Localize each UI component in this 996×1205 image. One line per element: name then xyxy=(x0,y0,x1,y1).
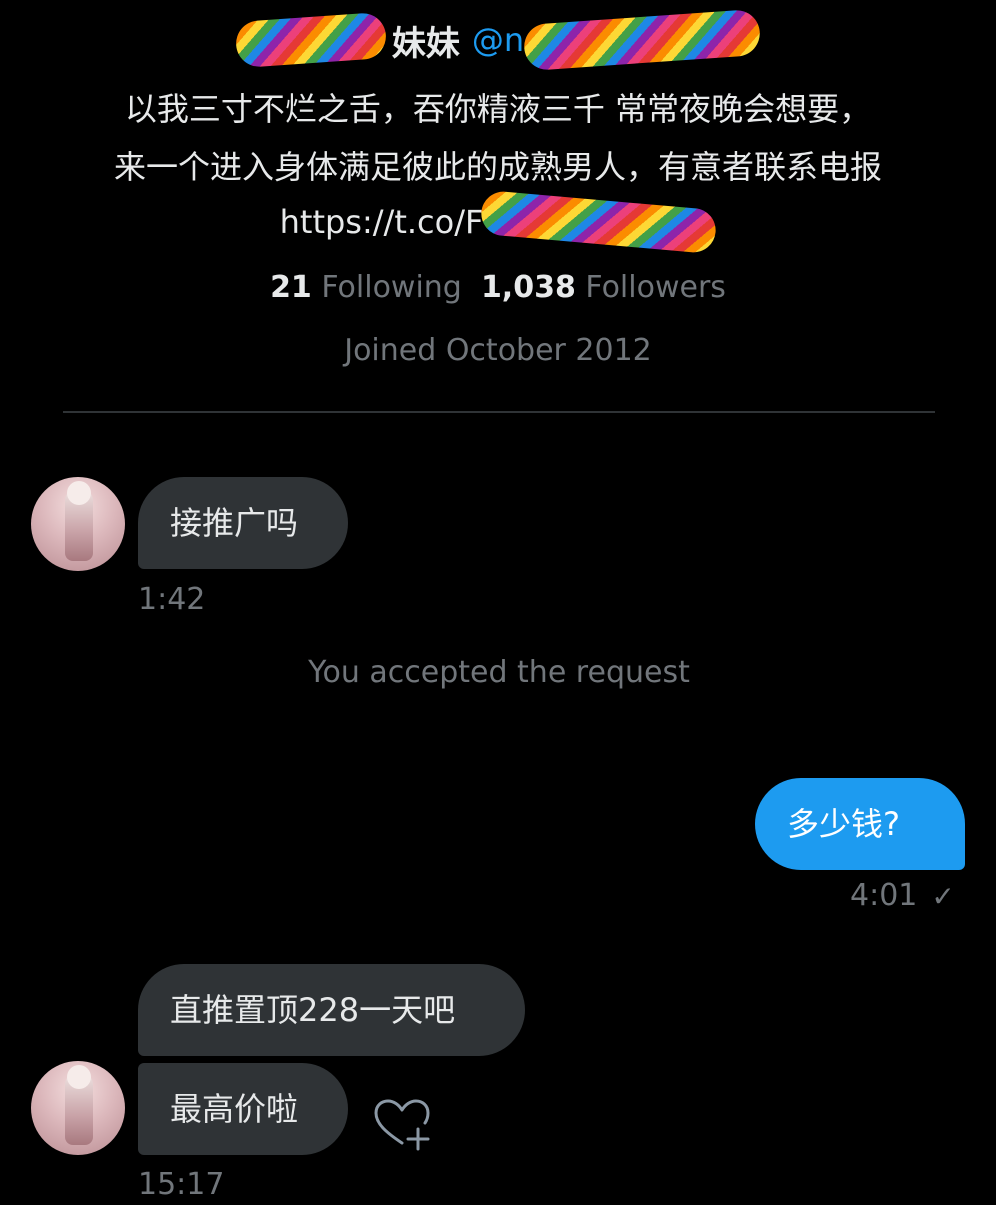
redaction-scribble xyxy=(522,8,762,72)
system-message: You accepted the request xyxy=(308,655,690,690)
followers-count: 1,038 xyxy=(480,270,576,305)
outgoing-message-bubble[interactable]: 多少钱? xyxy=(755,778,965,870)
message-timestamp: 1:42 xyxy=(138,582,206,617)
following-label: Following xyxy=(321,270,462,305)
profile-bio-line: 以我三寸不烂之舌，吞你精液三千 常常夜晚会想要， xyxy=(124,90,872,128)
message-meta: 4:01 ✓ xyxy=(850,876,955,916)
incoming-message-bubble[interactable]: 直推置顶228一天吧 xyxy=(138,964,525,1056)
followers-stat[interactable]: 1,038 Followers xyxy=(481,270,726,305)
redaction-scribble xyxy=(234,11,388,69)
profile-bio-line: 来一个进入身体满足彼此的成熟男人，有意者联系电报 xyxy=(113,148,882,186)
header-divider xyxy=(63,411,935,413)
profile-name-row: 妹妹 @n xyxy=(0,4,996,76)
redaction-scribble xyxy=(479,189,718,255)
profile-bio-link-row: https://t.co/F xyxy=(0,189,996,255)
profile-bio-link[interactable]: https://t.co/F xyxy=(280,203,484,241)
profile-handle[interactable]: @n xyxy=(472,21,524,59)
followers-label: Followers xyxy=(585,270,726,305)
following-count: 21 xyxy=(270,270,312,305)
avatar[interactable] xyxy=(31,1061,125,1155)
following-stat[interactable]: 21 Following xyxy=(270,270,462,305)
message-timestamp: 4:01 xyxy=(850,878,918,913)
sent-check-icon: ✓ xyxy=(931,879,955,913)
heart-plus-icon[interactable] xyxy=(373,1099,431,1151)
incoming-message-bubble[interactable]: 最高价啦 xyxy=(138,1063,348,1155)
incoming-message-bubble[interactable]: 接推广吗 xyxy=(138,477,348,569)
message-timestamp: 15:17 xyxy=(138,1167,225,1202)
display-name: 妹妹 xyxy=(391,23,460,64)
profile-joined-date: Joined October 2012 xyxy=(344,333,652,368)
avatar[interactable] xyxy=(31,477,125,571)
profile-follow-stats: 21 Following 1,038 Followers xyxy=(0,262,996,314)
